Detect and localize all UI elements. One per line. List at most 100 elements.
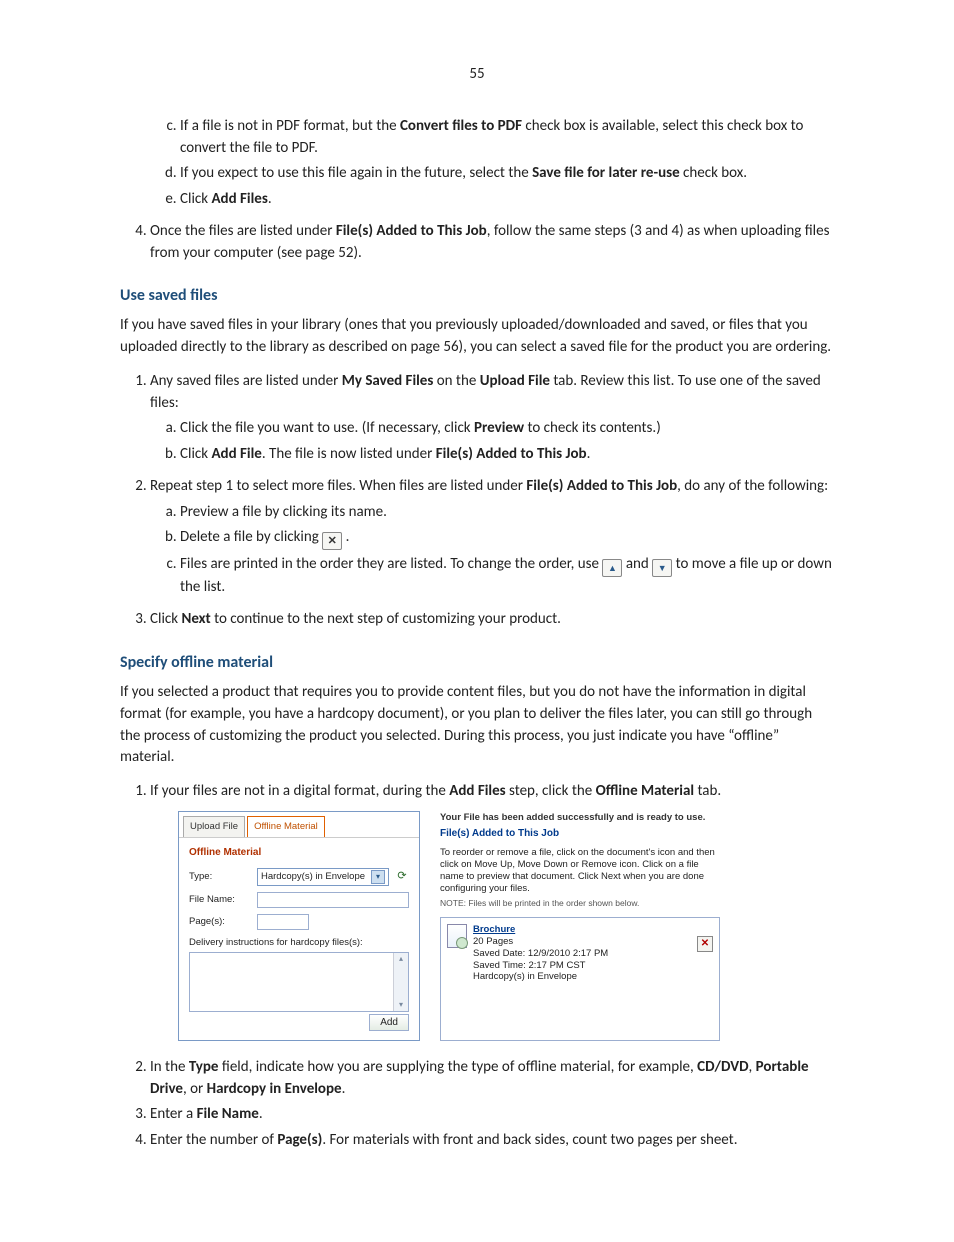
bold: File Name: [197, 1105, 259, 1123]
list-item-off-4: Enter the number of Page(s). For materia…: [150, 1130, 834, 1152]
text: Repeat step 1 to select more files. When…: [150, 477, 526, 495]
text: In the: [150, 1058, 189, 1076]
text: Enter the number of: [150, 1131, 277, 1149]
tab-upload-file[interactable]: Upload File: [183, 816, 245, 837]
bold: File(s) Added to This Job: [436, 445, 587, 463]
list-item-saved-3: Click Next to continue to the next step …: [150, 609, 834, 631]
tab-offline-material[interactable]: Offline Material: [247, 816, 325, 837]
list-item-saved-1a: Click the file you want to use. (If nece…: [180, 418, 834, 440]
filename-input[interactable]: [257, 892, 409, 908]
refresh-icon[interactable]: ⟳: [395, 870, 409, 884]
list-item-saved-2: Repeat step 1 to select more files. When…: [150, 476, 834, 599]
remove-file-icon[interactable]: ✕: [697, 936, 713, 952]
list-item-d: If you expect to use this file again in …: [180, 163, 834, 185]
text: If you expect to use this file again in …: [180, 164, 532, 182]
bold: Type: [189, 1058, 219, 1076]
list-item-saved-1b: Click Add File. The file is now listed u…: [180, 444, 834, 466]
text: field, indicate how you are supplying th…: [218, 1058, 697, 1076]
document-icon[interactable]: [447, 924, 467, 948]
list-item-off-3: Enter a File Name.: [150, 1104, 834, 1126]
list-item-4: Once the files are listed under File(s) …: [150, 221, 834, 265]
text: Click: [150, 610, 181, 628]
text: Any saved files are listed under: [150, 372, 342, 390]
list-item-saved-1: Any saved files are listed under My Save…: [150, 371, 834, 466]
text: , do any of the following:: [677, 477, 828, 495]
text: If your files are not in a digital forma…: [150, 782, 449, 800]
text: ,: [749, 1058, 756, 1076]
list-item-saved-2c: Files are printed in the order they are …: [180, 554, 834, 599]
files-added-title: File(s) Added to This Job: [440, 827, 720, 842]
text: Click: [180, 190, 211, 208]
offline-form: Offline Material Type: Hardcopy(s) in En…: [179, 837, 419, 1037]
text: and: [626, 555, 652, 573]
bold: My Saved Files: [342, 372, 434, 390]
bold: Save file for later re-use: [532, 164, 680, 182]
file-pages: 20 Pages: [473, 936, 608, 948]
text: tab.: [694, 782, 721, 800]
move-down-icon: [652, 559, 672, 577]
pages-input[interactable]: [257, 914, 309, 930]
list-item-off-1: If your files are not in a digital forma…: [150, 781, 834, 1041]
delete-icon: [322, 532, 342, 550]
offline-material-figure: Upload File Offline Material Offline Mat…: [178, 811, 834, 1041]
list-item-saved-2a: Preview a file by clicking its name.: [180, 502, 834, 524]
bold: Add Files: [449, 782, 505, 800]
bold: Next: [181, 610, 210, 628]
delivery-label: Delivery instructions for hardcopy files…: [189, 936, 409, 950]
pages-label: Page(s):: [189, 915, 251, 929]
add-button[interactable]: Add: [369, 1014, 409, 1031]
offline-material-title: Offline Material: [189, 846, 409, 861]
text: .: [587, 445, 591, 463]
delivery-textarea[interactable]: ▴▾: [189, 952, 409, 1012]
file-list-box: Brochure 20 Pages Saved Date: 12/9/2010 …: [440, 917, 720, 1041]
text: to continue to the next step of customiz…: [211, 610, 561, 628]
text: step, click the: [506, 782, 596, 800]
text: .: [346, 528, 350, 546]
list-item-e: Click Add Files.: [180, 189, 834, 211]
paragraph-saved-intro: If you have saved files in your library …: [120, 315, 834, 359]
type-value: Hardcopy(s) in Envelope: [261, 870, 365, 884]
list-item-off-2: In the Type field, indicate how you are …: [150, 1057, 834, 1101]
filename-label: File Name:: [189, 893, 251, 907]
bold: Upload File: [480, 372, 550, 390]
offline-material-panel: Upload File Offline Material Offline Mat…: [178, 811, 420, 1041]
bold: Hardcopy in Envelope: [207, 1080, 342, 1098]
text: check box.: [680, 164, 747, 182]
list-item-c: If a file is not in PDF format, but the …: [180, 116, 834, 160]
text: to check its contents.): [524, 419, 661, 437]
text: If a file is not in PDF format, but the: [180, 117, 400, 135]
bold: File(s) Added to This Job: [336, 222, 487, 240]
scrollbar[interactable]: ▴▾: [393, 953, 408, 1011]
bold: Page(s): [277, 1131, 322, 1149]
file-type: Hardcopy(s) in Envelope: [473, 971, 608, 983]
bold: File(s) Added to This Job: [526, 477, 677, 495]
file-saved-date: Saved Date: 12/9/2010 2:17 PM: [473, 948, 608, 960]
files-added-instructions: To reorder or remove a file, click on th…: [440, 847, 720, 895]
text: Delete a file by clicking: [180, 528, 322, 546]
text: .: [259, 1105, 263, 1123]
heading-use-saved-files: Use saved files: [120, 284, 834, 307]
text: Once the files are listed under: [150, 222, 336, 240]
text: on the: [433, 372, 479, 390]
type-select[interactable]: Hardcopy(s) in Envelope ▾: [257, 868, 389, 886]
text: .: [268, 190, 272, 208]
file-saved-time: Saved Time: 2:17 PM CST: [473, 960, 608, 972]
list-item-saved-2b: Delete a file by clicking .: [180, 527, 834, 550]
file-name-link[interactable]: Brochure: [473, 924, 608, 936]
text: Enter a: [150, 1105, 197, 1123]
type-label: Type:: [189, 870, 251, 884]
success-message: Your File has been added successfully an…: [440, 811, 720, 825]
chevron-down-icon: ▾: [371, 870, 385, 884]
bold: CD/DVD: [697, 1058, 748, 1076]
paragraph-offline-intro: If you selected a product that requires …: [120, 682, 834, 769]
text: Click the file you want to use. (If nece…: [180, 419, 474, 437]
text: Click: [180, 445, 211, 463]
text: Files are printed in the order they are …: [180, 555, 602, 573]
files-added-panel: Your File has been added successfully an…: [440, 811, 720, 1041]
text: , or: [183, 1080, 207, 1098]
heading-specify-offline-material: Specify offline material: [120, 651, 834, 674]
file-entry: Brochure 20 Pages Saved Date: 12/9/2010 …: [447, 924, 713, 983]
bold: Offline Material: [596, 782, 694, 800]
move-up-icon: [602, 559, 622, 577]
bold: Add File: [211, 445, 261, 463]
